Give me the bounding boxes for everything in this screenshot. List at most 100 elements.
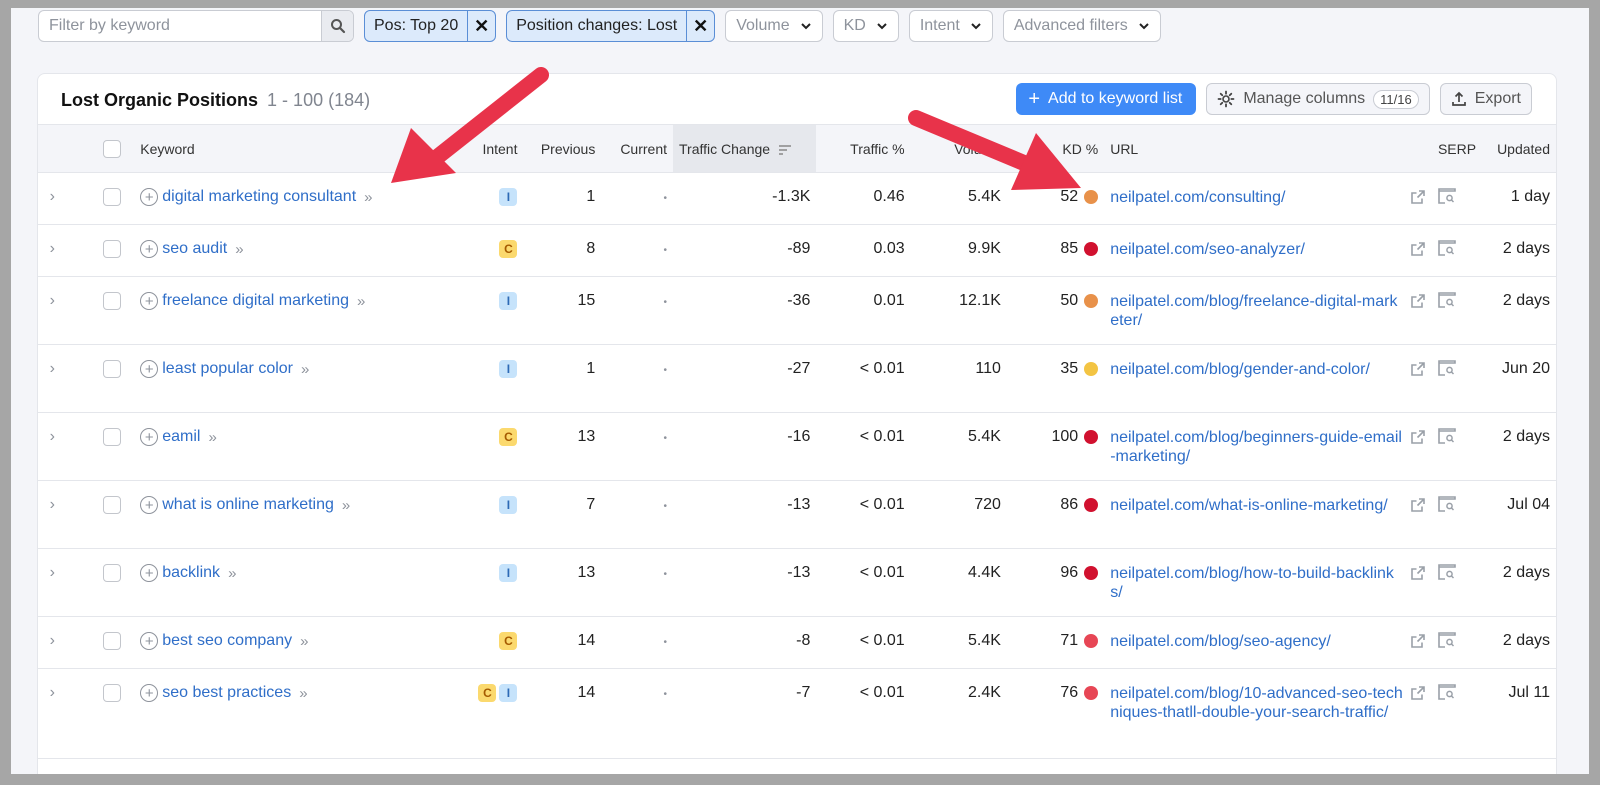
external-link-icon[interactable] bbox=[1410, 293, 1426, 309]
external-link-icon[interactable] bbox=[1410, 633, 1426, 649]
serp-icon[interactable] bbox=[1438, 632, 1456, 648]
expand-row-icon[interactable]: › bbox=[50, 496, 55, 514]
add-keyword-icon[interactable]: + bbox=[140, 632, 159, 650]
url-link[interactable]: neilpatel.com/blog/gender-and-color/ bbox=[1110, 360, 1370, 379]
external-link-icon[interactable] bbox=[1410, 241, 1426, 257]
external-link-icon[interactable] bbox=[1410, 497, 1426, 513]
advanced-filters-dropdown[interactable]: Advanced filters bbox=[1002, 10, 1161, 42]
col-kd[interactable]: KD % bbox=[1007, 125, 1104, 173]
col-volume[interactable]: Volume bbox=[911, 125, 1007, 173]
add-keyword-icon[interactable]: + bbox=[140, 292, 159, 310]
row-checkbox[interactable] bbox=[103, 496, 122, 514]
row-checkbox[interactable] bbox=[103, 564, 122, 582]
url-link[interactable]: neilpatel.com/blog/10-advanced-seo-techn… bbox=[1110, 684, 1404, 722]
col-current[interactable]: Current bbox=[601, 125, 673, 173]
keyword-overview-icon[interactable]: » bbox=[208, 429, 216, 446]
url-link[interactable]: neilpatel.com/consulting/ bbox=[1110, 188, 1285, 207]
serp-icon[interactable] bbox=[1438, 240, 1456, 256]
keyword-link[interactable]: freelance digital marketing bbox=[162, 292, 349, 310]
url-link[interactable]: neilpatel.com/seo-analyzer/ bbox=[1110, 240, 1305, 259]
col-keyword[interactable]: Keyword bbox=[134, 125, 462, 173]
keyword-overview-icon[interactable]: » bbox=[235, 241, 243, 258]
row-checkbox[interactable] bbox=[103, 684, 122, 702]
keyword-link[interactable]: seo audit bbox=[162, 240, 227, 258]
kd-indicator bbox=[1084, 293, 1099, 308]
external-link-icon[interactable] bbox=[1410, 361, 1426, 377]
row-checkbox[interactable] bbox=[103, 240, 122, 258]
serp-icon[interactable] bbox=[1438, 564, 1456, 580]
remove-filter-button[interactable]: ✕ bbox=[686, 11, 714, 41]
url-link[interactable]: neilpatel.com/blog/freelance-digital-mar… bbox=[1110, 292, 1404, 330]
row-checkbox[interactable] bbox=[103, 188, 122, 206]
keyword-link[interactable]: digital marketing consultant bbox=[162, 188, 356, 206]
serp-icon[interactable] bbox=[1438, 292, 1456, 308]
col-url[interactable]: URL bbox=[1104, 125, 1432, 173]
keyword-overview-icon[interactable]: » bbox=[299, 685, 307, 702]
row-checkbox[interactable] bbox=[103, 292, 122, 310]
expand-row-icon[interactable]: › bbox=[50, 188, 55, 206]
keyword-filter-input[interactable] bbox=[39, 11, 321, 41]
add-to-keyword-list-button[interactable]: + Add to keyword list bbox=[1016, 83, 1197, 115]
external-link-icon[interactable] bbox=[1410, 565, 1426, 581]
keyword-link[interactable]: least popular color bbox=[162, 360, 293, 378]
keyword-link[interactable]: seo best practices bbox=[162, 684, 291, 702]
url-link[interactable]: neilpatel.com/blog/seo-agency/ bbox=[1110, 632, 1331, 651]
add-keyword-icon[interactable]: + bbox=[140, 360, 159, 378]
traffic-change: -16 bbox=[787, 428, 811, 445]
url-link[interactable]: neilpatel.com/blog/beginners-guide-email… bbox=[1110, 428, 1404, 466]
expand-row-icon[interactable]: › bbox=[50, 360, 55, 378]
col-traffic-change[interactable]: Traffic Change bbox=[673, 124, 817, 173]
keyword-link[interactable]: eamil bbox=[162, 428, 200, 446]
keyword-overview-icon[interactable]: » bbox=[300, 633, 308, 650]
add-keyword-icon[interactable]: + bbox=[140, 240, 159, 258]
external-link-icon[interactable] bbox=[1410, 189, 1426, 205]
filter-chip-pos[interactable]: Pos: Top 20 ✕ bbox=[364, 10, 497, 42]
expand-row-icon[interactable]: › bbox=[50, 632, 55, 650]
search-button[interactable] bbox=[321, 11, 353, 41]
expand-row-icon[interactable]: › bbox=[50, 684, 55, 702]
col-previous[interactable]: Previous bbox=[523, 125, 601, 173]
serp-icon[interactable] bbox=[1438, 496, 1456, 512]
expand-row-icon[interactable]: › bbox=[50, 564, 55, 582]
keyword-overview-icon[interactable]: » bbox=[364, 189, 372, 206]
expand-row-icon[interactable]: › bbox=[50, 292, 55, 310]
intent-badge: C bbox=[499, 428, 518, 446]
keyword-overview-icon[interactable]: » bbox=[228, 565, 236, 582]
row-checkbox[interactable] bbox=[103, 632, 122, 650]
external-link-icon[interactable] bbox=[1410, 429, 1426, 445]
col-intent[interactable]: Intent bbox=[462, 125, 523, 173]
add-keyword-icon[interactable]: + bbox=[140, 428, 159, 446]
remove-filter-button[interactable]: ✕ bbox=[467, 11, 495, 41]
serp-icon[interactable] bbox=[1438, 428, 1456, 444]
filter-chip-position-changes[interactable]: Position changes: Lost ✕ bbox=[506, 10, 716, 42]
expand-row-icon[interactable]: › bbox=[50, 240, 55, 258]
select-all-checkbox[interactable] bbox=[103, 139, 122, 158]
intent-dropdown[interactable]: Intent bbox=[908, 10, 993, 42]
serp-icon[interactable] bbox=[1438, 360, 1456, 376]
row-checkbox[interactable] bbox=[103, 360, 122, 378]
add-keyword-icon[interactable]: + bbox=[140, 684, 159, 702]
keyword-overview-icon[interactable]: » bbox=[301, 361, 309, 378]
col-traffic-pct[interactable]: Traffic % bbox=[816, 125, 910, 173]
manage-columns-button[interactable]: Manage columns 11/16 bbox=[1206, 83, 1430, 115]
col-updated[interactable]: Updated bbox=[1483, 125, 1556, 173]
volume-dropdown[interactable]: Volume bbox=[725, 10, 823, 42]
keyword-link[interactable]: backlink bbox=[162, 564, 220, 582]
url-link[interactable]: neilpatel.com/blog/how-to-build-backlink… bbox=[1110, 564, 1404, 602]
expand-row-icon[interactable]: › bbox=[50, 428, 55, 446]
row-checkbox[interactable] bbox=[103, 428, 122, 446]
serp-icon[interactable] bbox=[1438, 188, 1456, 204]
kd-dropdown[interactable]: KD bbox=[832, 10, 899, 42]
keyword-link[interactable]: best seo company bbox=[162, 632, 292, 650]
export-button[interactable]: Export bbox=[1439, 83, 1532, 115]
url-link[interactable]: neilpatel.com/what-is-online-marketing/ bbox=[1110, 496, 1387, 515]
add-keyword-icon[interactable]: + bbox=[140, 564, 159, 582]
external-link-icon[interactable] bbox=[1410, 685, 1426, 701]
add-keyword-icon[interactable]: + bbox=[140, 496, 159, 514]
serp-icon[interactable] bbox=[1438, 684, 1456, 700]
col-serp[interactable]: SERP bbox=[1432, 125, 1483, 173]
keyword-overview-icon[interactable]: » bbox=[357, 293, 365, 310]
keyword-link[interactable]: what is online marketing bbox=[162, 496, 334, 514]
add-keyword-icon[interactable]: + bbox=[140, 188, 159, 206]
keyword-overview-icon[interactable]: » bbox=[342, 497, 350, 514]
